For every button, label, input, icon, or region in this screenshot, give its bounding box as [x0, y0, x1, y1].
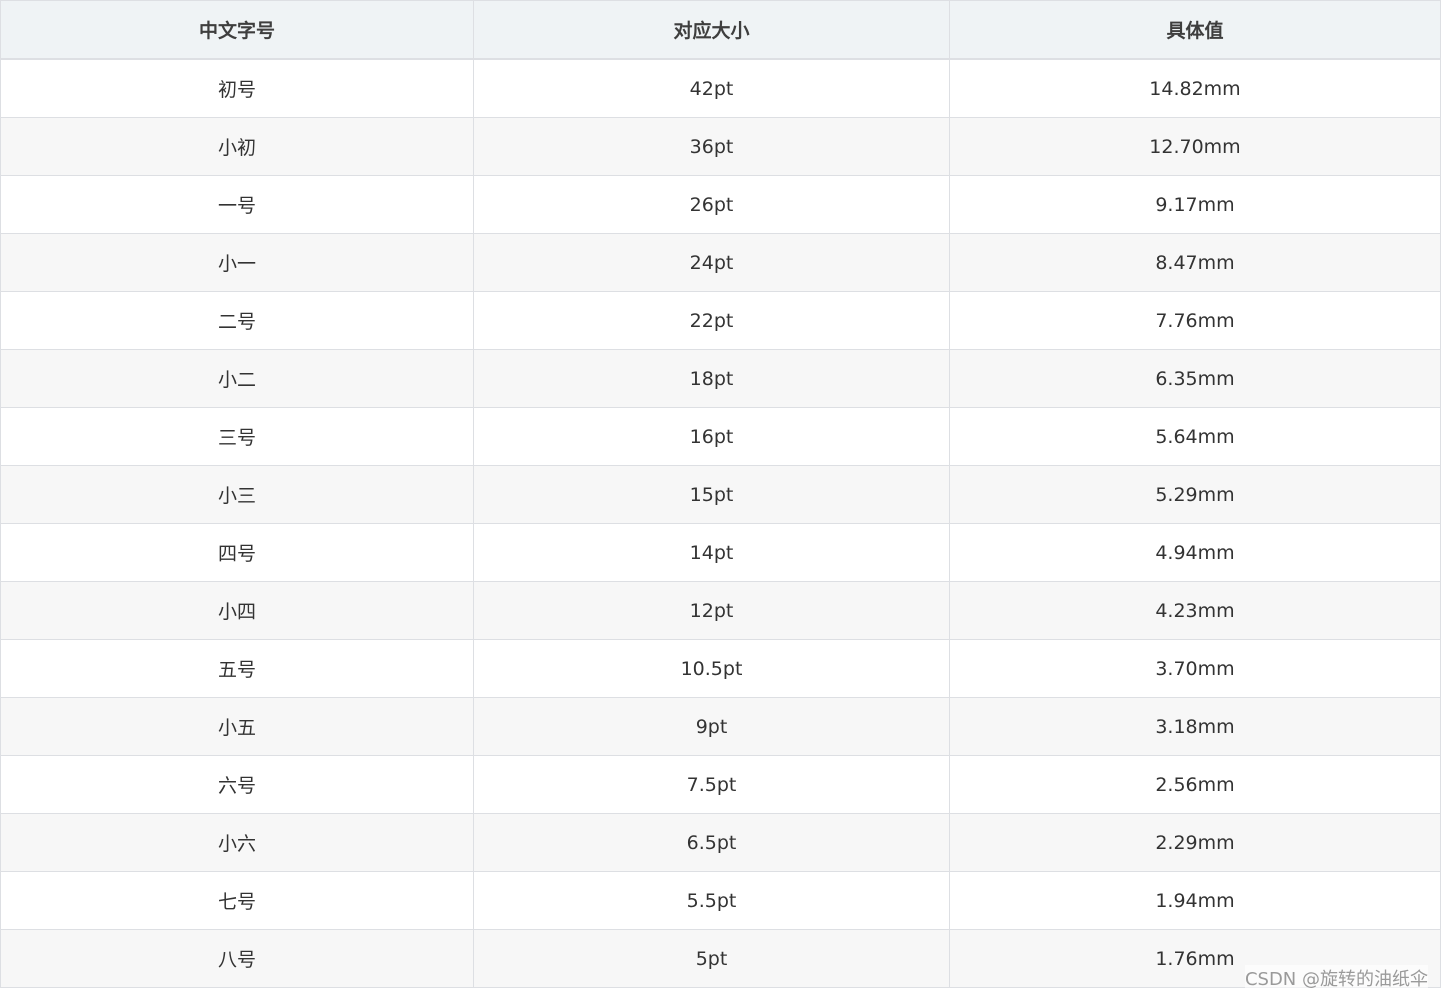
- cell-chinese-size: 初号: [0, 58, 474, 118]
- cell-mm-value: 3.70mm: [949, 639, 1441, 698]
- cell-point-size: 24pt: [473, 233, 950, 292]
- cell-chinese-size: 小二: [0, 349, 474, 408]
- cell-point-size: 15pt: [473, 465, 950, 524]
- column-header-point-size: 对应大小: [473, 0, 950, 60]
- cell-chinese-size: 一号: [0, 175, 474, 234]
- cell-point-size: 6.5pt: [473, 813, 950, 872]
- table-row: 三号 16pt 5.64mm: [0, 407, 1441, 466]
- cell-chinese-size: 六号: [0, 755, 474, 814]
- cell-mm-value: 3.18mm: [949, 697, 1441, 756]
- cell-point-size: 42pt: [473, 58, 950, 118]
- cell-mm-value: 5.64mm: [949, 407, 1441, 466]
- cell-chinese-size: 三号: [0, 407, 474, 466]
- cell-mm-value: 2.29mm: [949, 813, 1441, 872]
- table-row: 五号 10.5pt 3.70mm: [0, 639, 1441, 698]
- table-row: 二号 22pt 7.76mm: [0, 291, 1441, 350]
- cell-chinese-size: 五号: [0, 639, 474, 698]
- table-row: 初号 42pt 14.82mm: [0, 58, 1441, 118]
- table-row: 四号 14pt 4.94mm: [0, 523, 1441, 582]
- table-row: 八号 5pt 1.76mm: [0, 929, 1441, 988]
- table-row: 小六 6.5pt 2.29mm: [0, 813, 1441, 872]
- cell-chinese-size: 小六: [0, 813, 474, 872]
- table-row: 一号 26pt 9.17mm: [0, 175, 1441, 234]
- cell-mm-value: 7.76mm: [949, 291, 1441, 350]
- cell-chinese-size: 小初: [0, 117, 474, 176]
- cell-chinese-size: 小一: [0, 233, 474, 292]
- cell-mm-value: 9.17mm: [949, 175, 1441, 234]
- table-row: 七号 5.5pt 1.94mm: [0, 871, 1441, 930]
- cell-point-size: 10.5pt: [473, 639, 950, 698]
- cell-mm-value: 5.29mm: [949, 465, 1441, 524]
- cell-mm-value: 4.23mm: [949, 581, 1441, 640]
- table-row: 小二 18pt 6.35mm: [0, 349, 1441, 408]
- table-row: 六号 7.5pt 2.56mm: [0, 755, 1441, 814]
- cell-point-size: 5pt: [473, 929, 950, 988]
- column-header-chinese-size: 中文字号: [0, 0, 474, 60]
- cell-mm-value: 12.70mm: [949, 117, 1441, 176]
- cell-point-size: 12pt: [473, 581, 950, 640]
- cell-point-size: 9pt: [473, 697, 950, 756]
- table-row: 小初 36pt 12.70mm: [0, 117, 1441, 176]
- table-row: 小三 15pt 5.29mm: [0, 465, 1441, 524]
- cell-mm-value: 14.82mm: [949, 58, 1441, 118]
- cell-mm-value: 4.94mm: [949, 523, 1441, 582]
- cell-point-size: 7.5pt: [473, 755, 950, 814]
- cell-point-size: 18pt: [473, 349, 950, 408]
- cell-point-size: 14pt: [473, 523, 950, 582]
- table-row: 小四 12pt 4.23mm: [0, 581, 1441, 640]
- cell-mm-value: 1.94mm: [949, 871, 1441, 930]
- cell-chinese-size: 八号: [0, 929, 474, 988]
- table-body: 初号 42pt 14.82mm 小初 36pt 12.70mm 一号 26pt 9.17mm 小一…: [0, 58, 1441, 988]
- cell-mm-value: 6.35mm: [949, 349, 1441, 408]
- cell-mm-value: 2.56mm: [949, 755, 1441, 814]
- font-size-table: 中文字号 对应大小 具体值 初号 42pt 14.82mm 小初 36pt 12.70mm…: [0, 0, 1441, 988]
- cell-chinese-size: 小四: [0, 581, 474, 640]
- column-header-mm-value: 具体值: [949, 0, 1441, 60]
- cell-chinese-size: 小五: [0, 697, 474, 756]
- cell-point-size: 16pt: [473, 407, 950, 466]
- table-header-row: 中文字号 对应大小 具体值: [0, 0, 1441, 60]
- cell-chinese-size: 二号: [0, 291, 474, 350]
- cell-point-size: 22pt: [473, 291, 950, 350]
- cell-chinese-size: 四号: [0, 523, 474, 582]
- cell-point-size: 5.5pt: [473, 871, 950, 930]
- table-row: 小五 9pt 3.18mm: [0, 697, 1441, 756]
- cell-mm-value: 8.47mm: [949, 233, 1441, 292]
- csdn-watermark: CSDN @旋转的油纸伞: [1244, 965, 1428, 991]
- cell-point-size: 36pt: [473, 117, 950, 176]
- cell-chinese-size: 七号: [0, 871, 474, 930]
- table-row: 小一 24pt 8.47mm: [0, 233, 1441, 292]
- cell-chinese-size: 小三: [0, 465, 474, 524]
- cell-point-size: 26pt: [473, 175, 950, 234]
